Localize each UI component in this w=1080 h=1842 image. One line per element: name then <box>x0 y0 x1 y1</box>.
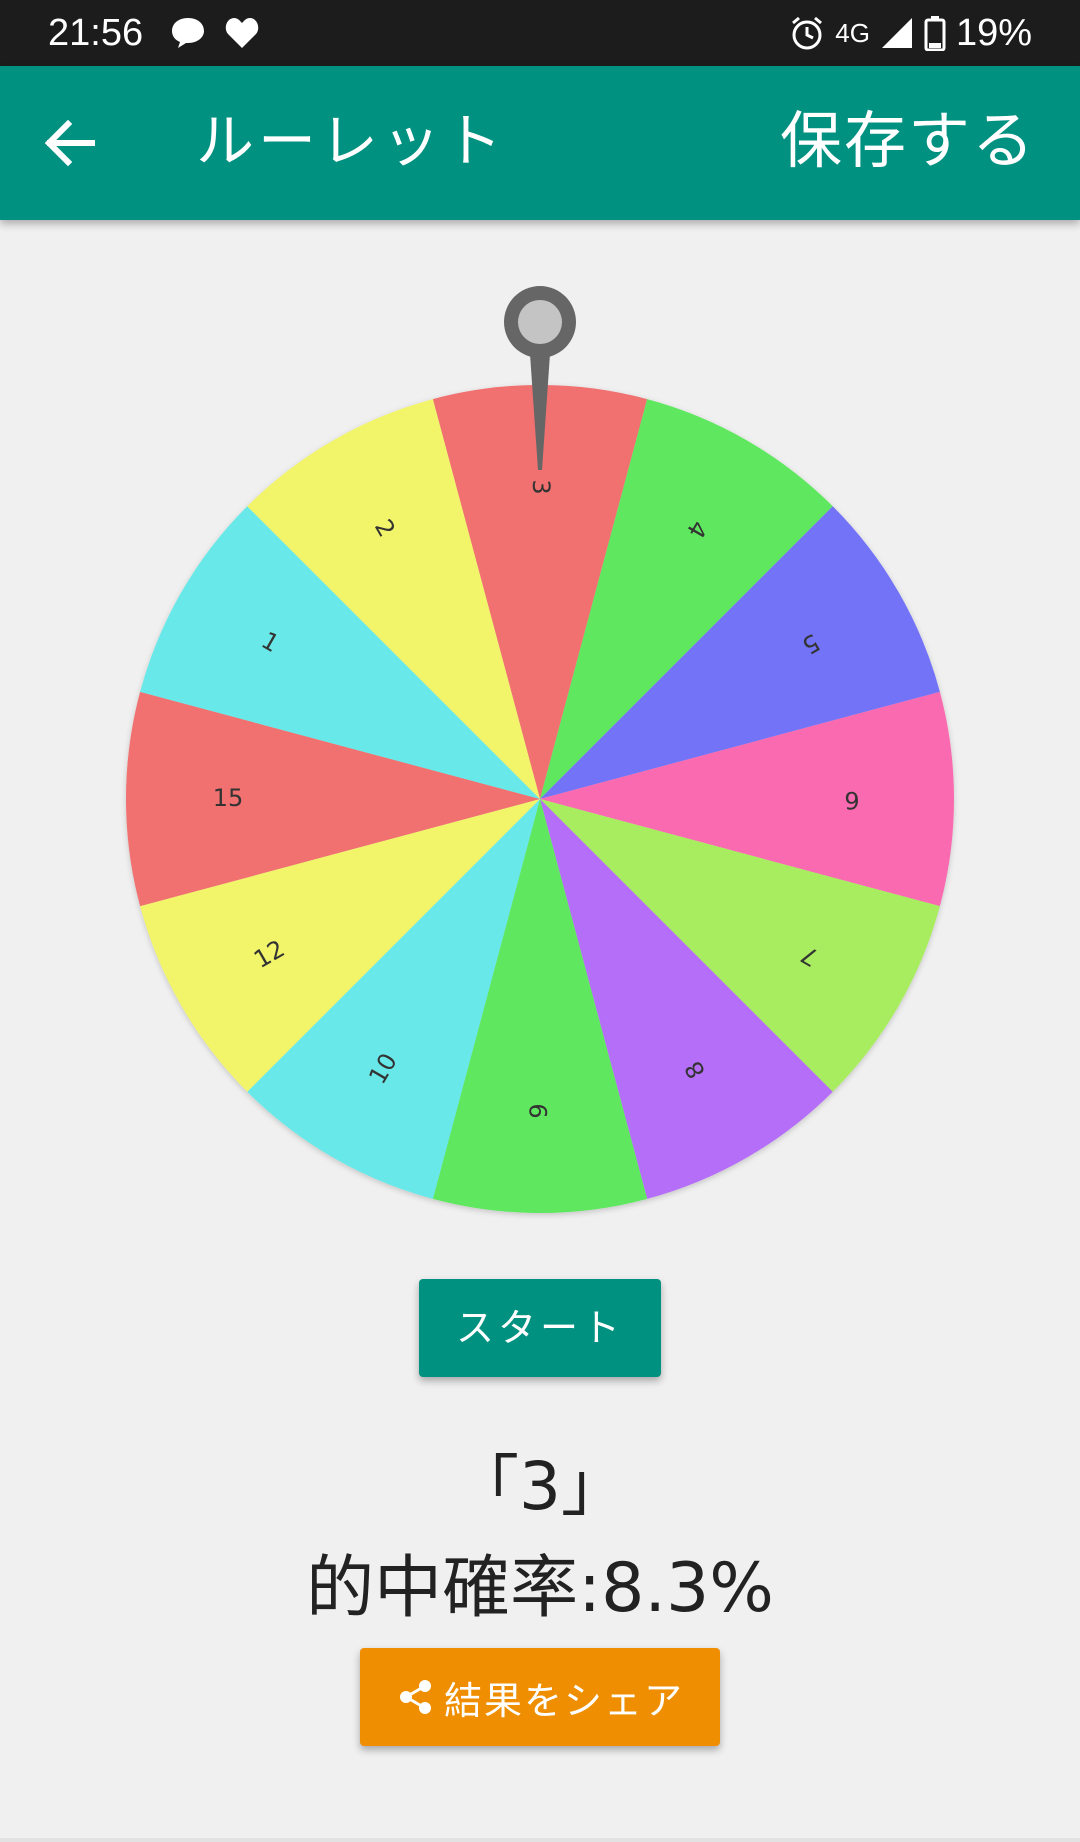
status-notification-icons <box>170 16 260 50</box>
start-button[interactable]: スタート <box>419 1279 661 1377</box>
network-type: 4G <box>835 18 870 48</box>
heart-icon <box>225 18 259 48</box>
share-label: 結果をシェア <box>443 1678 684 1723</box>
back-button[interactable] <box>36 108 106 178</box>
wheel-segment-label: 3 <box>527 479 555 494</box>
signal-icon <box>881 18 912 48</box>
arrow-left-icon <box>44 119 95 167</box>
save-button[interactable]: 保存する <box>780 104 1036 178</box>
roulette-wheel[interactable]: 3 4 5 6 7 8 9 10 12 15 1 2 <box>120 280 960 1220</box>
chat-bubble-icon <box>172 18 204 48</box>
status-bar: 21:56 4G 19% <box>0 0 1080 66</box>
wheel-segment-label: 9 <box>525 1103 553 1118</box>
share-icon <box>399 1680 431 1714</box>
alarm-icon <box>792 16 823 50</box>
battery-icon <box>924 16 946 51</box>
bottom-divider <box>0 1838 1080 1842</box>
battery-percent: 19% <box>955 12 1032 54</box>
hit-probability: 的中確率:8.3% <box>306 1549 774 1628</box>
roulette-wheel-graphic: 345678910121512 <box>126 286 954 1213</box>
result-value: 「3」 <box>453 1448 627 1525</box>
app-bar: ルーレット 保存する <box>0 66 1080 220</box>
wheel-segment-label: 15 <box>213 784 244 812</box>
status-time: 21:56 <box>48 12 144 54</box>
status-system-icons: 4G 19% <box>789 12 1032 54</box>
app-title: ルーレット <box>196 107 507 175</box>
wheel-segment-label: 6 <box>844 786 859 814</box>
share-result-button[interactable]: 結果をシェア <box>360 1648 720 1746</box>
